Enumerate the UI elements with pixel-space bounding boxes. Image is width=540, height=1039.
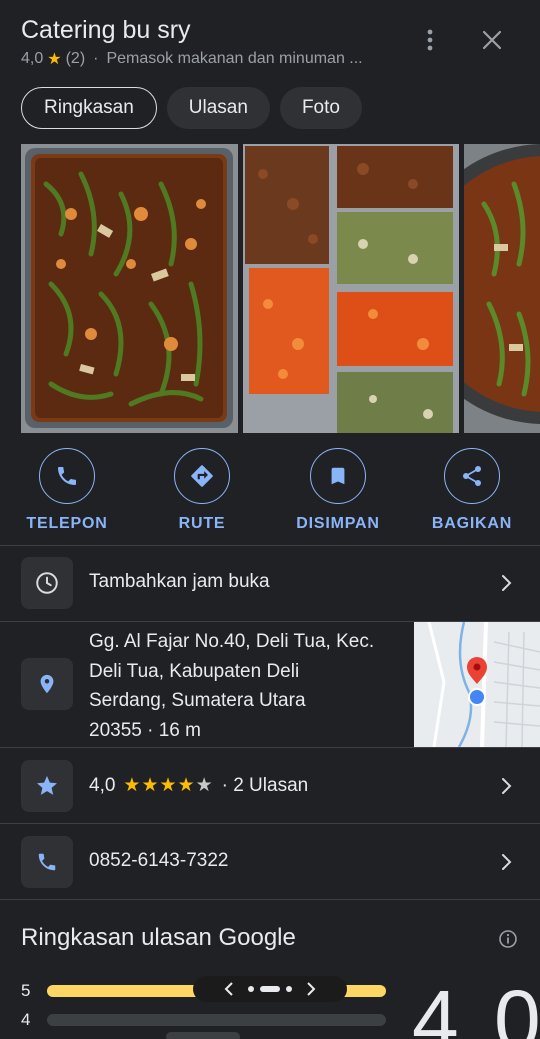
action-bar: TELEPON RUTE DISIMPAN BAGIKAN — [0, 448, 540, 544]
page-dot — [248, 986, 254, 992]
rating-value: 4,0 — [89, 774, 116, 796]
info-icon[interactable] — [498, 929, 518, 949]
map-thumbnail[interactable] — [414, 622, 540, 747]
chevron-left-icon[interactable] — [224, 982, 234, 996]
star-icon: ★ — [47, 51, 62, 68]
page-dot — [286, 986, 292, 992]
photo-catering-trays[interactable] — [243, 144, 459, 433]
photo-carousel[interactable] — [21, 144, 540, 433]
close-icon — [482, 30, 502, 50]
close-button[interactable] — [476, 24, 508, 56]
divider — [0, 899, 540, 900]
address-line: Serdang, Sumatera Utara — [89, 690, 306, 711]
tab-ulasan[interactable]: Ulasan — [166, 87, 270, 129]
phone-row[interactable]: 0852-6143-7322 — [0, 824, 540, 899]
star-icon — [37, 776, 57, 795]
big-rating-value: 4,0 — [412, 973, 540, 1039]
chevron-right-icon — [494, 850, 518, 874]
share-icon — [463, 466, 481, 486]
tab-foto[interactable]: Foto — [279, 87, 362, 129]
phone-icon — [58, 467, 76, 485]
phone-number: 0852-6143-7322 — [89, 850, 229, 871]
address-text: Gg. Al Fajar No.40, Deli Tua, Kec. Deli … — [89, 627, 409, 745]
phone-icon — [38, 853, 56, 871]
place-subtitle: 4,0 ★ (2) · Pemasok makanan dan minuman … — [21, 49, 363, 69]
rating-bar-label: 5 — [21, 981, 31, 1000]
rating-stars: ★★★★★ — [123, 775, 214, 796]
directions-button[interactable]: RUTE — [137, 448, 267, 533]
directions-icon — [191, 465, 213, 487]
chevron-right-icon — [494, 571, 518, 595]
page-dot-active — [260, 986, 280, 992]
address-line: Gg. Al Fajar No.40, Deli Tua, Kec. — [89, 631, 375, 652]
place-rating: 4,0 — [21, 50, 44, 67]
bookmark-icon — [331, 467, 345, 485]
clock-icon — [36, 572, 58, 594]
photo-pager[interactable] — [193, 976, 347, 1002]
save-label: DISIMPAN — [296, 515, 380, 532]
place-review-count: (2) — [65, 50, 86, 67]
photo-pan-dish[interactable] — [464, 144, 540, 433]
directions-label: RUTE — [178, 515, 226, 532]
place-title: Catering bu sry — [21, 16, 191, 44]
save-button[interactable]: DISIMPAN — [273, 448, 403, 533]
chevron-right-icon[interactable] — [306, 982, 316, 996]
call-label: TELEPON — [26, 515, 108, 532]
review-count: · 2 Ulasan — [221, 774, 309, 796]
place-header: Catering bu sry 4,0 ★ (2) · Pemasok maka… — [0, 0, 540, 80]
address-line: Deli Tua, Kabupaten Deli — [89, 660, 300, 682]
location-pin-icon — [40, 674, 54, 694]
photo-tray-vegetables[interactable] — [21, 144, 238, 433]
separator-dot: · — [93, 50, 99, 67]
rating-row[interactable]: 4,0 ★★★★★ · 2 Ulasan — [0, 748, 540, 823]
share-button[interactable]: BAGIKAN — [407, 448, 537, 533]
rating-bar-label: 4 — [21, 1010, 31, 1029]
rating-bar-4 — [47, 1014, 386, 1026]
chevron-right-icon — [494, 774, 518, 798]
hours-row[interactable]: Tambahkan jam buka — [0, 545, 540, 621]
share-label: BAGIKAN — [431, 515, 513, 532]
review-summary-title: Ringkasan ulasan Google — [21, 924, 296, 951]
place-category: Pemasok makanan dan minuman ... — [106, 50, 363, 67]
more-options-button[interactable] — [414, 24, 446, 56]
bottom-handle — [166, 1032, 240, 1039]
address-line: 20355 · 16 m — [89, 719, 201, 741]
call-button[interactable]: TELEPON — [2, 448, 132, 533]
tab-ringkasan[interactable]: Ringkasan — [21, 87, 157, 129]
more-vert-icon — [427, 29, 433, 51]
hours-label: Tambahkan jam buka — [89, 571, 270, 592]
tab-bar: Ringkasan Ulasan Foto — [21, 87, 362, 129]
